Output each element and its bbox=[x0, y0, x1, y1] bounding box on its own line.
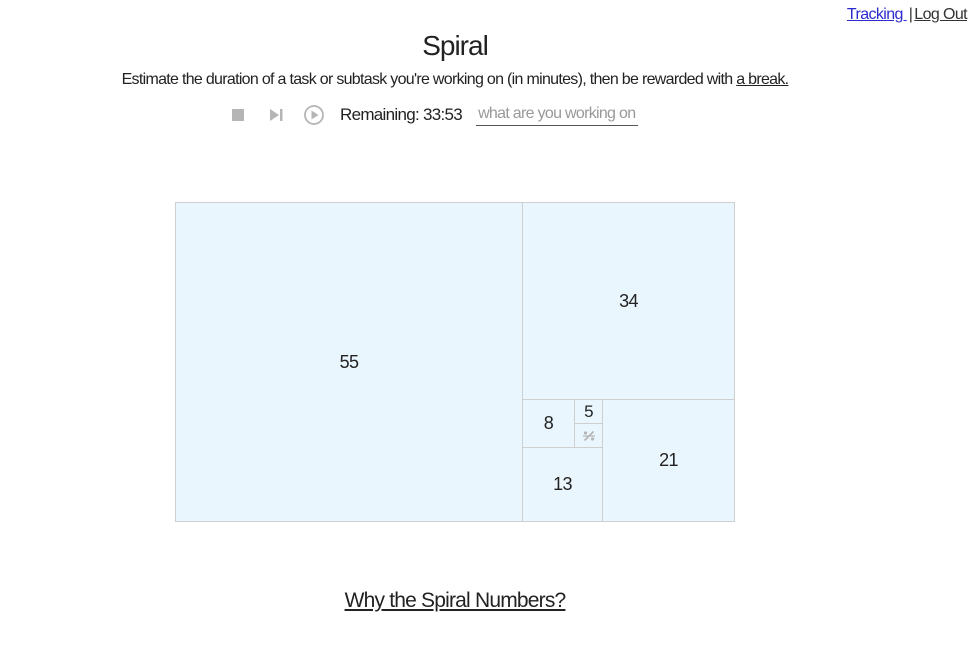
spiral-cell-8[interactable]: 8 bbox=[522, 399, 575, 448]
spiral-cell-34[interactable]: 34 bbox=[522, 202, 735, 400]
page: Tracking | Log Out Spiral Estimate the du… bbox=[0, 0, 971, 647]
timer-controls: Remaining: 33:53 bbox=[226, 101, 639, 129]
spiral-cell-55[interactable]: 55 bbox=[175, 202, 523, 522]
page-title: Spiral bbox=[422, 30, 489, 61]
why-spiral-section: Why the Spiral Numbers? bbox=[0, 589, 910, 613]
task-input[interactable] bbox=[476, 104, 639, 126]
spiral-cell-13[interactable]: 13 bbox=[522, 447, 603, 522]
cell-label: 21 bbox=[659, 450, 678, 470]
tracking-link[interactable]: Tracking bbox=[847, 6, 907, 23]
play-circle-icon[interactable] bbox=[302, 103, 326, 127]
cell-label: 34 bbox=[619, 290, 638, 311]
subtitle-text: Estimate the duration of a task or subta… bbox=[121, 71, 737, 88]
page-subtitle: Estimate the duration of a task or subta… bbox=[0, 71, 910, 89]
remaining-time: Remaining: 33:53 bbox=[340, 105, 463, 124]
stop-icon[interactable] bbox=[226, 103, 250, 127]
logout-link[interactable]: Log Out bbox=[914, 6, 967, 23]
top-nav: Tracking | Log Out bbox=[847, 6, 968, 24]
cell-label: 5 bbox=[584, 401, 593, 421]
skip-next-icon[interactable] bbox=[264, 103, 288, 127]
percent-custom-icon[interactable] bbox=[574, 423, 603, 448]
break-link[interactable]: a break. bbox=[736, 71, 789, 88]
spiral-cell-21[interactable]: 21 bbox=[602, 399, 735, 522]
cell-label: 55 bbox=[339, 351, 359, 372]
cell-label: 13 bbox=[553, 474, 572, 494]
why-spiral-link[interactable]: Why the Spiral Numbers? bbox=[345, 589, 567, 612]
spiral-cell-5[interactable]: 5 bbox=[574, 399, 603, 424]
spiral-grid: 55 34 21 13 8 5 bbox=[175, 202, 735, 522]
cell-label: 8 bbox=[543, 413, 554, 433]
